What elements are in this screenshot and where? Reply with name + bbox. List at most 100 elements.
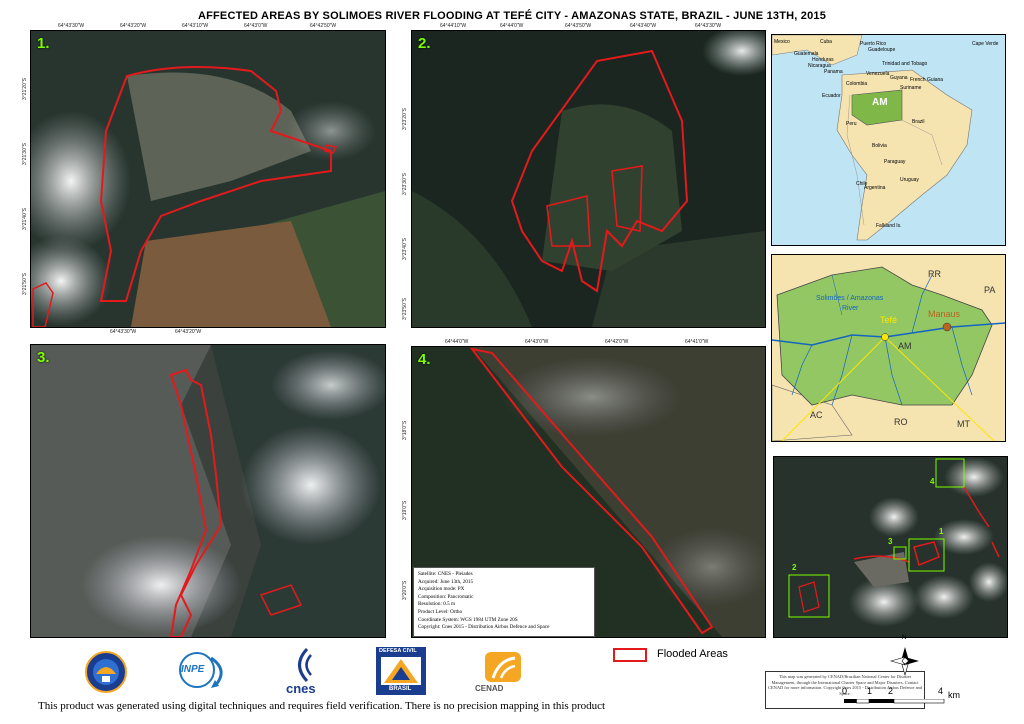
p2-top-tick: 64°43'40"W <box>630 23 657 29</box>
country-label: French Guiana <box>910 77 944 83</box>
inpe-logo: INPE <box>175 648 235 692</box>
overview-box-label: 4 <box>930 477 935 486</box>
p4-top-tick: 64°41'0"W <box>685 339 709 345</box>
river-label: Solimões / Amazonas <box>816 295 884 302</box>
p2-left-tick: 3°23'20"S <box>402 108 408 130</box>
panel-1-map: 1. <box>30 30 386 328</box>
manaus-marker <box>942 322 952 332</box>
state-label: AM <box>898 341 912 351</box>
overview-map: 1 2 3 4 <box>773 456 1008 638</box>
city-label-manaus: Manaus <box>928 309 961 319</box>
panel-3-map: 3. <box>30 344 386 638</box>
legend-swatch <box>613 648 647 662</box>
north-arrow: N <box>889 635 920 677</box>
state-label: RR <box>928 269 941 279</box>
amazonas-shape <box>772 266 1005 441</box>
cenad-text: CENAD <box>475 684 504 693</box>
state-label: RO <box>894 417 908 427</box>
state-label: PA <box>984 285 996 295</box>
p4-left-tick: 3°19'0"S <box>402 500 408 520</box>
p4-top-tick: 64°42'0"W <box>605 339 629 345</box>
country-label: Venezuela <box>866 71 890 77</box>
cnes-text: cnes <box>286 681 316 696</box>
panel-3-imagery <box>31 345 385 637</box>
p2-top-tick: 64°44'0"W <box>500 23 524 29</box>
p2-left-tick: 3°23'40"S <box>402 238 408 260</box>
p2-top-tick: 64°44'10"W <box>440 23 467 29</box>
country-label: Falkland Is. <box>876 223 902 229</box>
country-label: Trinidad and Tobago <box>882 61 928 67</box>
north-label: N <box>902 635 907 641</box>
p1-bottom-tick: 64°43'30"W <box>110 329 137 335</box>
scale-label: 1 <box>867 686 873 696</box>
panel-2-map: 2. <box>411 30 766 328</box>
legend-label: Flooded Areas <box>657 648 728 660</box>
state-label: MT <box>957 419 970 429</box>
credit-line: Copyright: Cnes 2015 - Distribution Airb… <box>418 624 550 631</box>
country-label: Guadeloupe <box>868 47 896 53</box>
credit-line: Satellite: CNES - Pleiades <box>418 571 473 577</box>
river-label: River <box>842 305 859 312</box>
p4-top-tick: 64°43'0"W <box>525 339 549 345</box>
credit-line: Acquired: June 13th, 2015 <box>418 578 474 585</box>
panel-4-label: 4. <box>418 351 431 368</box>
country-label: Colombia <box>846 81 868 87</box>
overview-imagery <box>774 457 1007 637</box>
p2-top-tick: 64°43'30"W <box>695 23 722 29</box>
defesa-civil-text-bottom: BRASIL <box>389 686 412 692</box>
city-label-tefe: Tefé <box>880 315 898 325</box>
p1-left-tick: 3°21'30"S <box>22 143 28 165</box>
credit-line: Acquisition mode: PX <box>418 586 465 593</box>
p2-left-tick: 3°23'30"S <box>402 173 408 195</box>
scale-label: 0 <box>842 686 848 696</box>
cenad-emblem-logo <box>84 650 128 694</box>
country-label: Peru <box>846 121 857 127</box>
country-label: Cape Verde <box>972 41 999 47</box>
p1-bottom-tick: 64°43'20"W <box>175 329 202 335</box>
p1-top-tick: 64°42'50"W <box>310 23 337 29</box>
credit-line: Composition: Pancromatic <box>418 593 474 600</box>
country-label: Mexico <box>774 39 790 45</box>
panel-2-label: 2. <box>418 35 431 52</box>
p1-left-tick: 3°21'40"S <box>22 208 28 230</box>
country-label: Cuba <box>820 39 832 45</box>
panel-3-label: 3. <box>37 349 50 366</box>
p1-top-tick: 64°43'0"W <box>244 23 268 29</box>
panel-1-label: 1. <box>37 35 50 52</box>
credit-line: Product Level: Ortho <box>418 608 463 615</box>
overview-box-label: 2 <box>792 563 797 572</box>
defesa-civil-text-top: DEFESA CIVIL <box>379 648 417 654</box>
panel-1-imagery <box>31 31 385 327</box>
p2-top-tick: 64°43'50"W <box>565 23 592 29</box>
country-label: Paraguay <box>884 159 906 165</box>
credit-line: Resolution: 0.5 m <box>418 601 456 608</box>
defesa-civil-logo: DEFESA CIVIL BRASIL <box>376 647 426 695</box>
p1-left-tick: 3°21'20"S <box>22 78 28 100</box>
country-label: Suriname <box>900 85 922 91</box>
scale-label: 2 <box>888 686 894 696</box>
state-am-label: AM <box>872 97 888 108</box>
amazonas-inset: RR PA AM AC RO MT Solimões / Amazonas Ri… <box>771 254 1006 442</box>
country-label: Uruguay <box>900 177 919 183</box>
inpe-text: INPE <box>181 664 205 675</box>
country-label: Bolivia <box>872 143 887 149</box>
p1-left-tick: 3°21'50"S <box>22 273 28 295</box>
footer-disclaimer: This product was generated using digital… <box>38 700 606 712</box>
overview-box-label: 3 <box>888 537 893 546</box>
p1-top-tick: 64°43'20"W <box>120 23 147 29</box>
scale-bar: 0 1 2 4 km <box>840 686 1020 710</box>
country-label: Argentina <box>864 185 886 191</box>
state-label: AC <box>810 410 823 420</box>
overview-box-label: 1 <box>939 527 944 536</box>
country-label: Ecuador <box>822 93 841 99</box>
p1-top-tick: 64°43'30"W <box>58 23 85 29</box>
p4-left-tick: 3°18'0"S <box>402 420 408 440</box>
cnes-logo: cnes <box>276 645 338 697</box>
panel-4-map: 4. Satellite: CNES - Pleiades Acquired: … <box>411 346 766 638</box>
country-label: Brazil <box>912 119 925 125</box>
cenad-logo: CENAD <box>475 650 533 696</box>
map-title: AFFECTED AREAS BY SOLIMOES RIVER FLOODIN… <box>197 10 827 22</box>
p4-left-tick: 3°20'0"S <box>402 580 408 600</box>
country-label: Guyana <box>890 75 908 81</box>
panel-2-imagery <box>412 31 765 327</box>
